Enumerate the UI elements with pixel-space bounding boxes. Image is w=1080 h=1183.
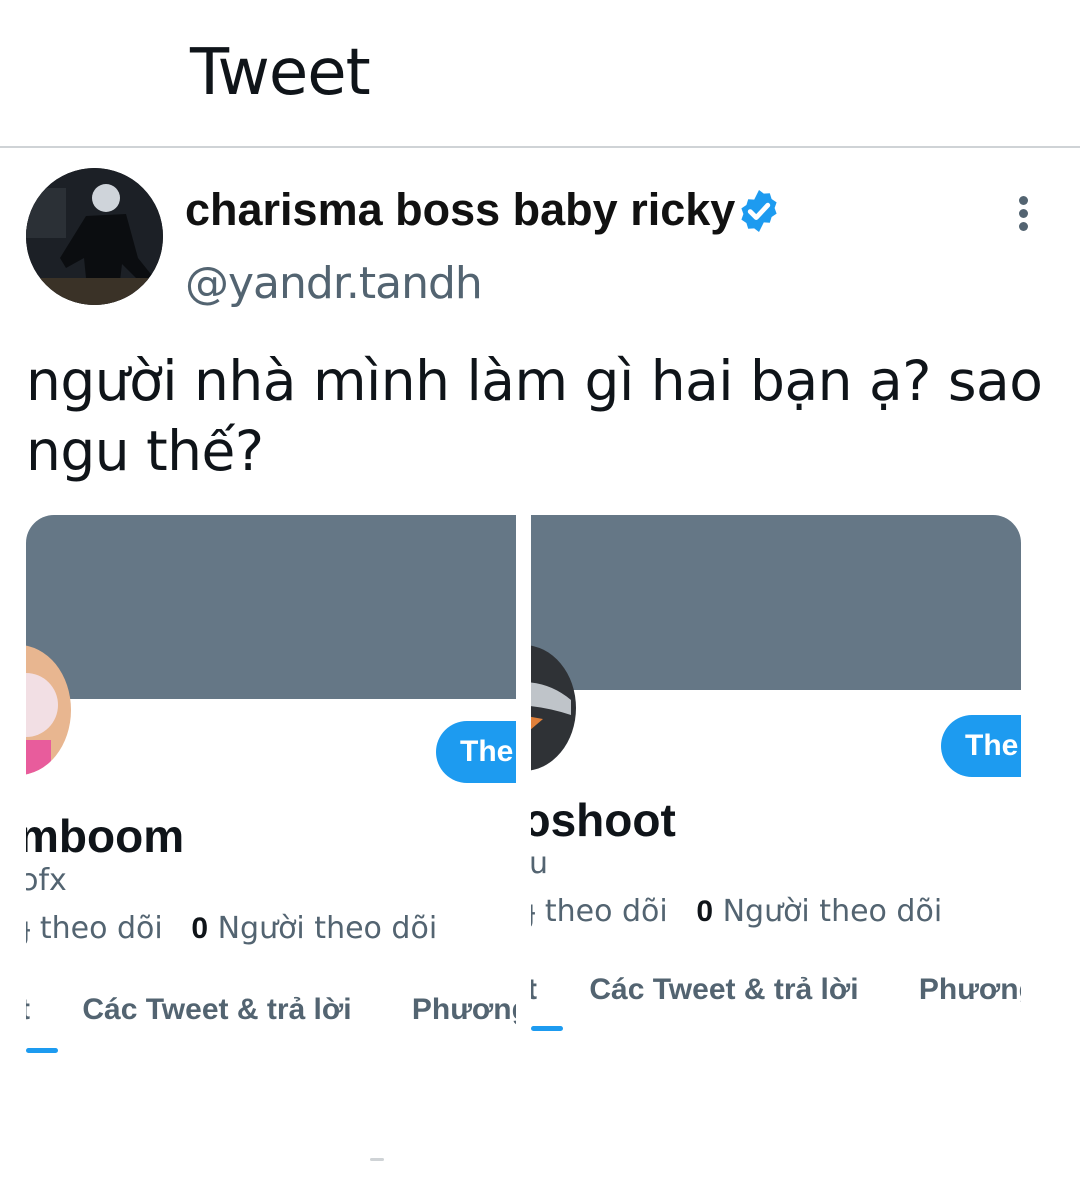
avatar-photo — [26, 168, 163, 305]
attached-screenshot-1[interactable]: The mboom ɔfx ɟ theo dõi 0 Người theo dõ… — [26, 515, 516, 1075]
profile-stats: ɟ theo dõi 0 Người theo dõi — [531, 894, 942, 929]
author-avatar[interactable] — [26, 168, 163, 305]
tab-media[interactable]: Phương — [412, 993, 516, 1026]
followers-count: 0 — [191, 912, 209, 945]
tab-media[interactable]: Phương — [919, 973, 1021, 1006]
follow-button[interactable]: The — [436, 721, 516, 783]
profile-banner — [26, 515, 516, 699]
tweet-text: người nhà mình làm gì hai bạn ạ? sao ngu… — [26, 349, 1043, 483]
more-options-icon[interactable] — [1004, 192, 1044, 236]
author-handle[interactable]: @yandr.tandh — [185, 258, 483, 309]
profile-banner — [531, 515, 1021, 690]
scroll-hint — [370, 1158, 384, 1161]
tab-tweets[interactable]: t — [531, 973, 537, 1006]
top-bar: Tweet — [0, 0, 1080, 148]
author-display-name[interactable]: charisma boss baby ricky — [185, 184, 735, 236]
following-label: ɟ theo dõi — [531, 894, 668, 929]
profile-tabs: t Các Tweet & trả lời Phương — [531, 973, 1021, 1007]
tab-tweets-replies[interactable]: Các Tweet & trả lời — [589, 973, 858, 1006]
followers-label: Người theo dõi — [217, 911, 438, 946]
profile-handle: ɔfx — [26, 863, 67, 898]
tab-tweets-replies[interactable]: Các Tweet & trả lời — [82, 993, 351, 1026]
follow-button[interactable]: The — [941, 715, 1021, 777]
active-tab-indicator — [26, 1048, 58, 1053]
following-label: ɟ theo dõi — [26, 911, 163, 946]
tab-tweets[interactable]: t — [26, 993, 30, 1026]
screenshot-divider — [516, 515, 531, 1075]
followers-count: 0 — [696, 895, 714, 928]
followers-label: Người theo dõi — [722, 894, 943, 929]
profile-handle: u — [531, 846, 549, 881]
attached-screenshot-2[interactable]: The ɔshoot u ɟ theo dõi 0 Người theo dõi… — [531, 515, 1021, 1075]
verified-badge-icon — [741, 190, 777, 232]
profile-name: mboom — [26, 810, 185, 862]
tweet-media[interactable]: The mboom ɔfx ɟ theo dõi 0 Người theo dõ… — [26, 515, 1021, 1075]
profile-tabs: t Các Tweet & trả lời Phương — [26, 993, 516, 1027]
profile-stats: ɟ theo dõi 0 Người theo dõi — [26, 911, 437, 946]
page-title: Tweet — [190, 36, 371, 110]
active-tab-indicator — [531, 1026, 563, 1031]
profile-name: ɔshoot — [531, 794, 676, 846]
